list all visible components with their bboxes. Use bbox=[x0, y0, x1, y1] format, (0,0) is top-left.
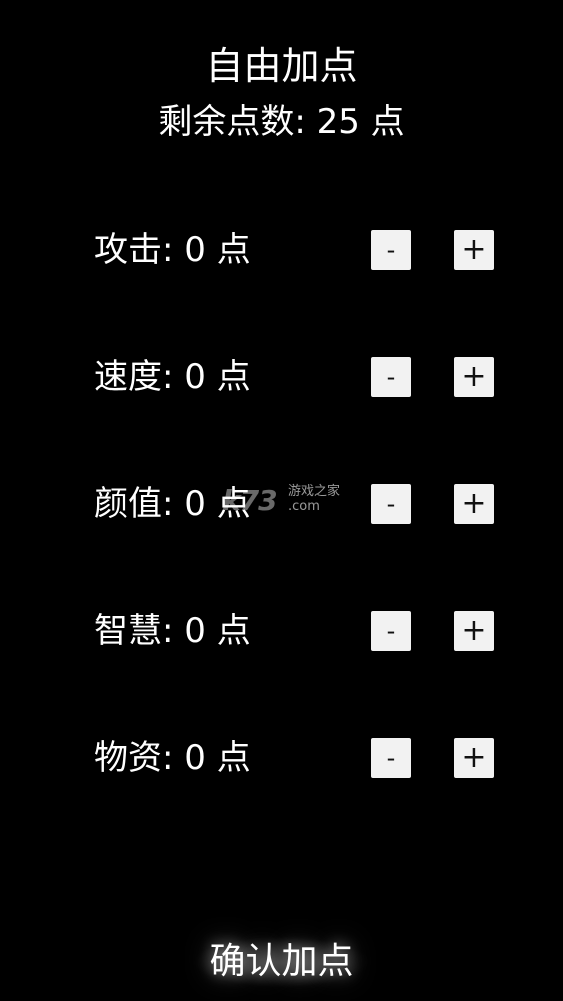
attack-minus-button[interactable]: - bbox=[371, 230, 411, 270]
wisdom-minus-button[interactable]: - bbox=[371, 611, 411, 651]
stat-row-supplies: 物资: 0 点 - + bbox=[94, 738, 494, 778]
stat-label-attack: 攻击: 0 点 bbox=[94, 230, 251, 270]
stat-label-supplies: 物资: 0 点 bbox=[94, 738, 251, 778]
wisdom-plus-button[interactable]: + bbox=[454, 611, 494, 651]
page-title: 自由加点 bbox=[205, 44, 358, 88]
looks-plus-button[interactable]: + bbox=[454, 484, 494, 524]
speed-plus-button[interactable]: + bbox=[454, 357, 494, 397]
stat-row-speed: 速度: 0 点 - + bbox=[94, 357, 494, 397]
supplies-minus-button[interactable]: - bbox=[371, 738, 411, 778]
supplies-plus-button[interactable]: + bbox=[454, 738, 494, 778]
looks-minus-button[interactable]: - bbox=[371, 484, 411, 524]
speed-minus-button[interactable]: - bbox=[371, 357, 411, 397]
stat-label-wisdom: 智慧: 0 点 bbox=[94, 611, 251, 651]
stat-label-speed: 速度: 0 点 bbox=[94, 357, 251, 397]
stat-row-attack: 攻击: 0 点 - + bbox=[94, 230, 494, 270]
remaining-points: 剩余点数: 25 点 bbox=[158, 102, 405, 142]
confirm-button[interactable]: 确认加点 bbox=[190, 936, 373, 988]
attack-plus-button[interactable]: + bbox=[454, 230, 494, 270]
stat-row-looks: 颜值: 0 点 - + bbox=[94, 484, 494, 524]
stat-row-wisdom: 智慧: 0 点 - + bbox=[94, 611, 494, 651]
stat-label-looks: 颜值: 0 点 bbox=[94, 484, 251, 524]
